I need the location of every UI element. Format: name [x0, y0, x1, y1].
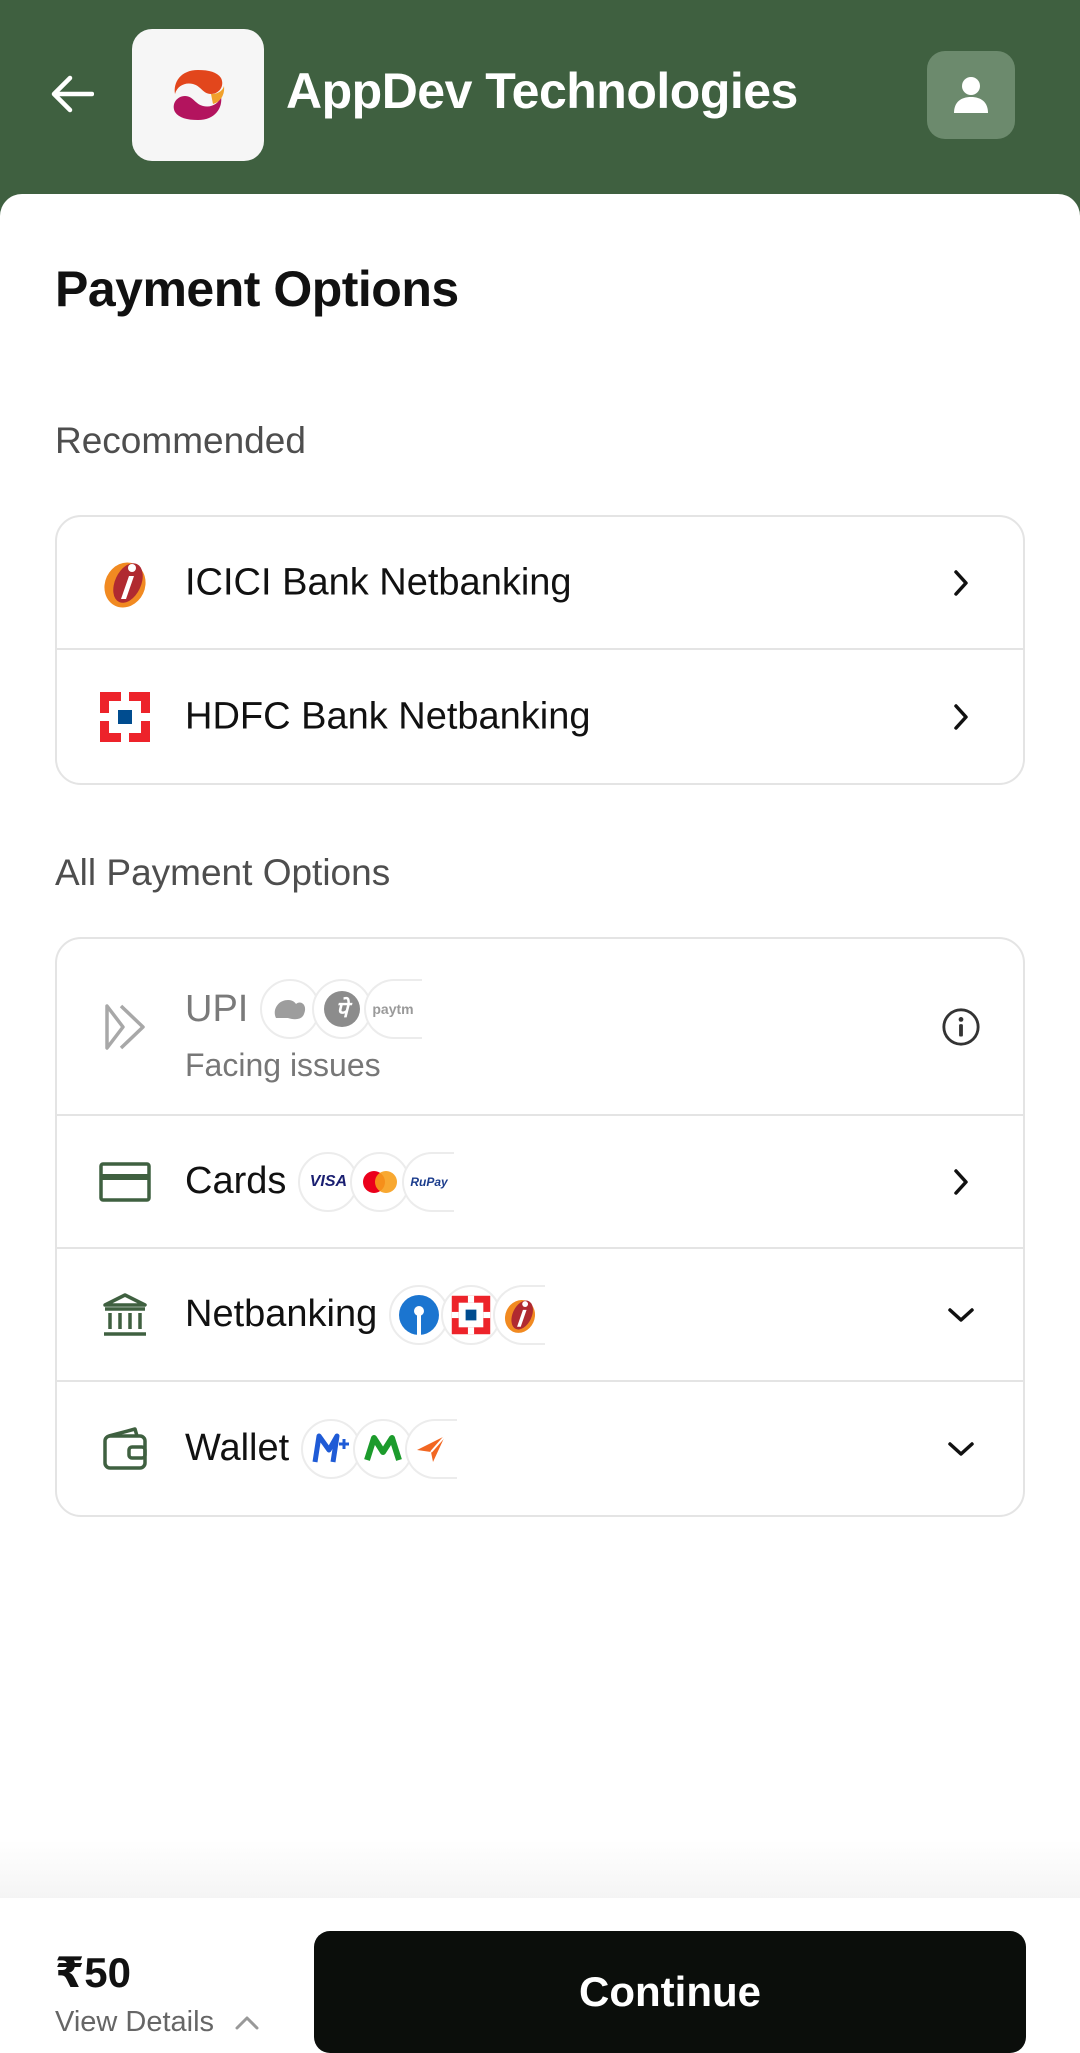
recommended-item-label: ICICI Bank Netbanking [185, 561, 572, 603]
back-button[interactable] [44, 66, 100, 122]
page-title: Payment Options [55, 261, 459, 317]
arrow-left-icon [51, 75, 94, 113]
cards-label: Cards [185, 1160, 287, 1202]
chevron-right-icon [941, 563, 981, 603]
footer-shadow [0, 1840, 1080, 1900]
phonepe-logo-icon: पे [312, 979, 373, 1039]
airtel-money-logo-icon [353, 1418, 414, 1479]
upi-label-group: UPI पे paytm Facing issues [185, 979, 423, 1084]
all-payment-options-list: UPI पे paytm Facing issues Cards VISA Ru… [55, 937, 1025, 1517]
rupay-logo-icon: RuPay [402, 1151, 455, 1212]
merchant-logo [132, 29, 264, 161]
payment-option-cards[interactable]: Cards VISA RuPay [57, 1116, 1023, 1249]
info-icon[interactable] [941, 1007, 981, 1047]
gpay-logo-icon [260, 979, 321, 1039]
chevron-down-icon [941, 1429, 981, 1469]
sbi-logo-icon [389, 1284, 450, 1345]
view-details-label: View Details [55, 2006, 215, 2038]
recommended-list: ICICI Bank Netbanking HDFC Bank Netbanki… [55, 515, 1025, 785]
hdfc-logo-icon [99, 691, 151, 743]
recommended-item-label: HDFC Bank Netbanking [185, 695, 591, 737]
top-bar: AppDev Technologies [0, 0, 1080, 200]
bank-icon [99, 1289, 151, 1341]
recommended-item-icici[interactable]: ICICI Bank Netbanking [57, 517, 1023, 650]
wallet-icon [99, 1423, 151, 1475]
upi-label: UPI [185, 987, 249, 1030]
user-icon [954, 77, 988, 113]
continue-button[interactable]: Continue [314, 1931, 1026, 2053]
payment-sheet: Payment Options Recommended ICICI Bank N… [0, 194, 1080, 2053]
upi-status: Facing issues [185, 1047, 381, 1083]
paytm-logo-icon: paytm [364, 979, 423, 1039]
card-network-logos: VISA RuPay [298, 1151, 455, 1212]
icici-logo-icon [99, 557, 151, 609]
profile-button[interactable] [927, 51, 1015, 139]
recommended-item-hdfc[interactable]: HDFC Bank Netbanking [57, 650, 1023, 783]
payment-option-netbanking[interactable]: Netbanking [57, 1249, 1023, 1382]
total-amount: ₹50 [55, 1949, 131, 1996]
hdfc-logo-icon [441, 1284, 502, 1345]
view-details-toggle[interactable]: View Details [55, 2006, 260, 2039]
netbanking-label: Netbanking [185, 1293, 378, 1335]
visa-logo-icon: VISA [298, 1151, 359, 1212]
checkout-footer: ₹50 View Details Continue [0, 1898, 1080, 2053]
section-label-all-payment-options: All Payment Options [55, 852, 391, 893]
wallet-label: Wallet [185, 1427, 290, 1469]
chevron-down-icon [941, 1295, 981, 1335]
chevron-up-icon [235, 2016, 259, 2029]
upi-app-logos: पे paytm [260, 979, 423, 1039]
mastercard-logo-icon [350, 1151, 411, 1212]
payment-option-upi[interactable]: UPI पे paytm Facing issues [57, 939, 1023, 1116]
bank-logos [389, 1284, 546, 1345]
section-label-recommended: Recommended [55, 420, 306, 461]
merchant-logo-icon [173, 70, 225, 120]
chevron-right-icon [941, 697, 981, 737]
chevron-right-icon [941, 1162, 981, 1202]
mobikwik-logo-icon [301, 1418, 362, 1479]
icici-logo-icon [493, 1284, 546, 1345]
merchant-name: AppDev Technologies [286, 63, 798, 119]
credit-card-icon [99, 1156, 151, 1208]
upi-icon [99, 1001, 151, 1053]
freecharge-logo-icon [405, 1418, 458, 1479]
payment-option-wallet[interactable]: Wallet [57, 1382, 1023, 1515]
wallet-logos [301, 1418, 458, 1479]
